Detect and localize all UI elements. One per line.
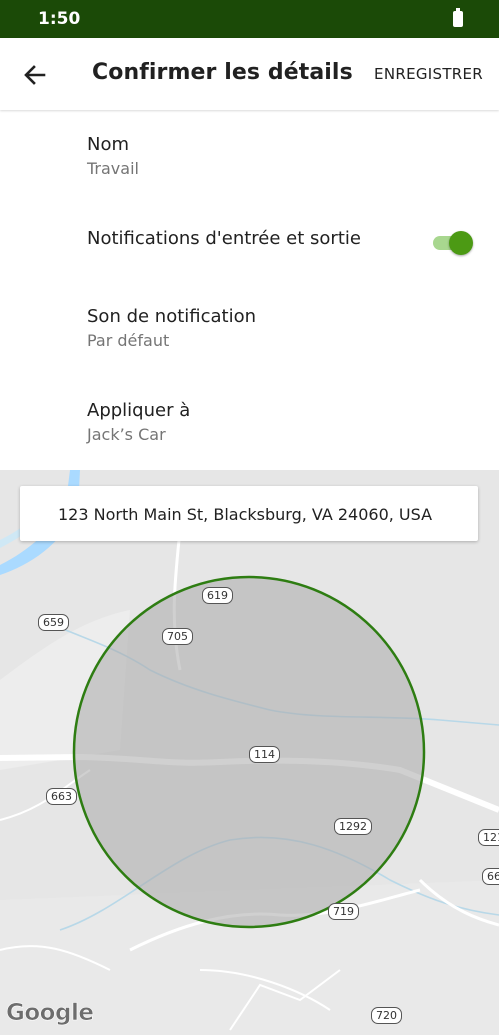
page-title: Confirmer les détails [92, 60, 353, 85]
name-value: Travail [87, 159, 139, 178]
battery-icon [453, 8, 463, 27]
road-label-659: 659 [38, 614, 69, 631]
road-label-663: 663 [46, 788, 77, 805]
notifications-label: Notifications d'entrée et sortie [87, 228, 361, 249]
road-label-1292: 1292 [334, 818, 372, 835]
notifications-setting[interactable]: Notifications d'entrée et sortie [87, 228, 467, 249]
back-arrow-icon[interactable] [20, 60, 50, 90]
apply-to-label: Appliquer à [87, 400, 191, 421]
road-label-705: 705 [162, 628, 193, 645]
sound-value: Par défaut [87, 331, 170, 350]
status-time: 1:50 [38, 9, 81, 29]
address-text: 123 North Main St, Blacksburg, VA 24060,… [58, 505, 433, 524]
name-label: Nom [87, 134, 130, 155]
road-label-66: 66 [482, 868, 499, 885]
sound-setting[interactable]: Son de notification Par défaut [87, 306, 467, 350]
road-label-619: 619 [202, 587, 233, 604]
save-button[interactable]: ENREGISTRER [374, 65, 483, 83]
toggle-thumb [449, 231, 473, 255]
map-view[interactable]: 123 North Main St, Blacksburg, VA 24060,… [0, 470, 499, 1035]
apply-to-value: Jack’s Car [87, 425, 166, 444]
road-label-720: 720 [371, 1007, 402, 1024]
name-setting[interactable]: Nom Travail [87, 134, 467, 178]
road-label-719: 719 [328, 903, 359, 920]
road-label-114: 114 [249, 746, 280, 763]
address-card[interactable]: 123 North Main St, Blacksburg, VA 24060,… [20, 486, 478, 541]
road-label-121: 121 [478, 829, 499, 846]
app-bar: Confirmer les détails ENREGISTRER [0, 38, 499, 110]
google-logo: Google [6, 1000, 95, 1027]
status-bar: 1:50 [0, 0, 499, 38]
apply-to-setting[interactable]: Appliquer à Jack’s Car [87, 400, 467, 444]
sound-label: Son de notification [87, 306, 257, 327]
notifications-toggle[interactable] [433, 231, 473, 255]
